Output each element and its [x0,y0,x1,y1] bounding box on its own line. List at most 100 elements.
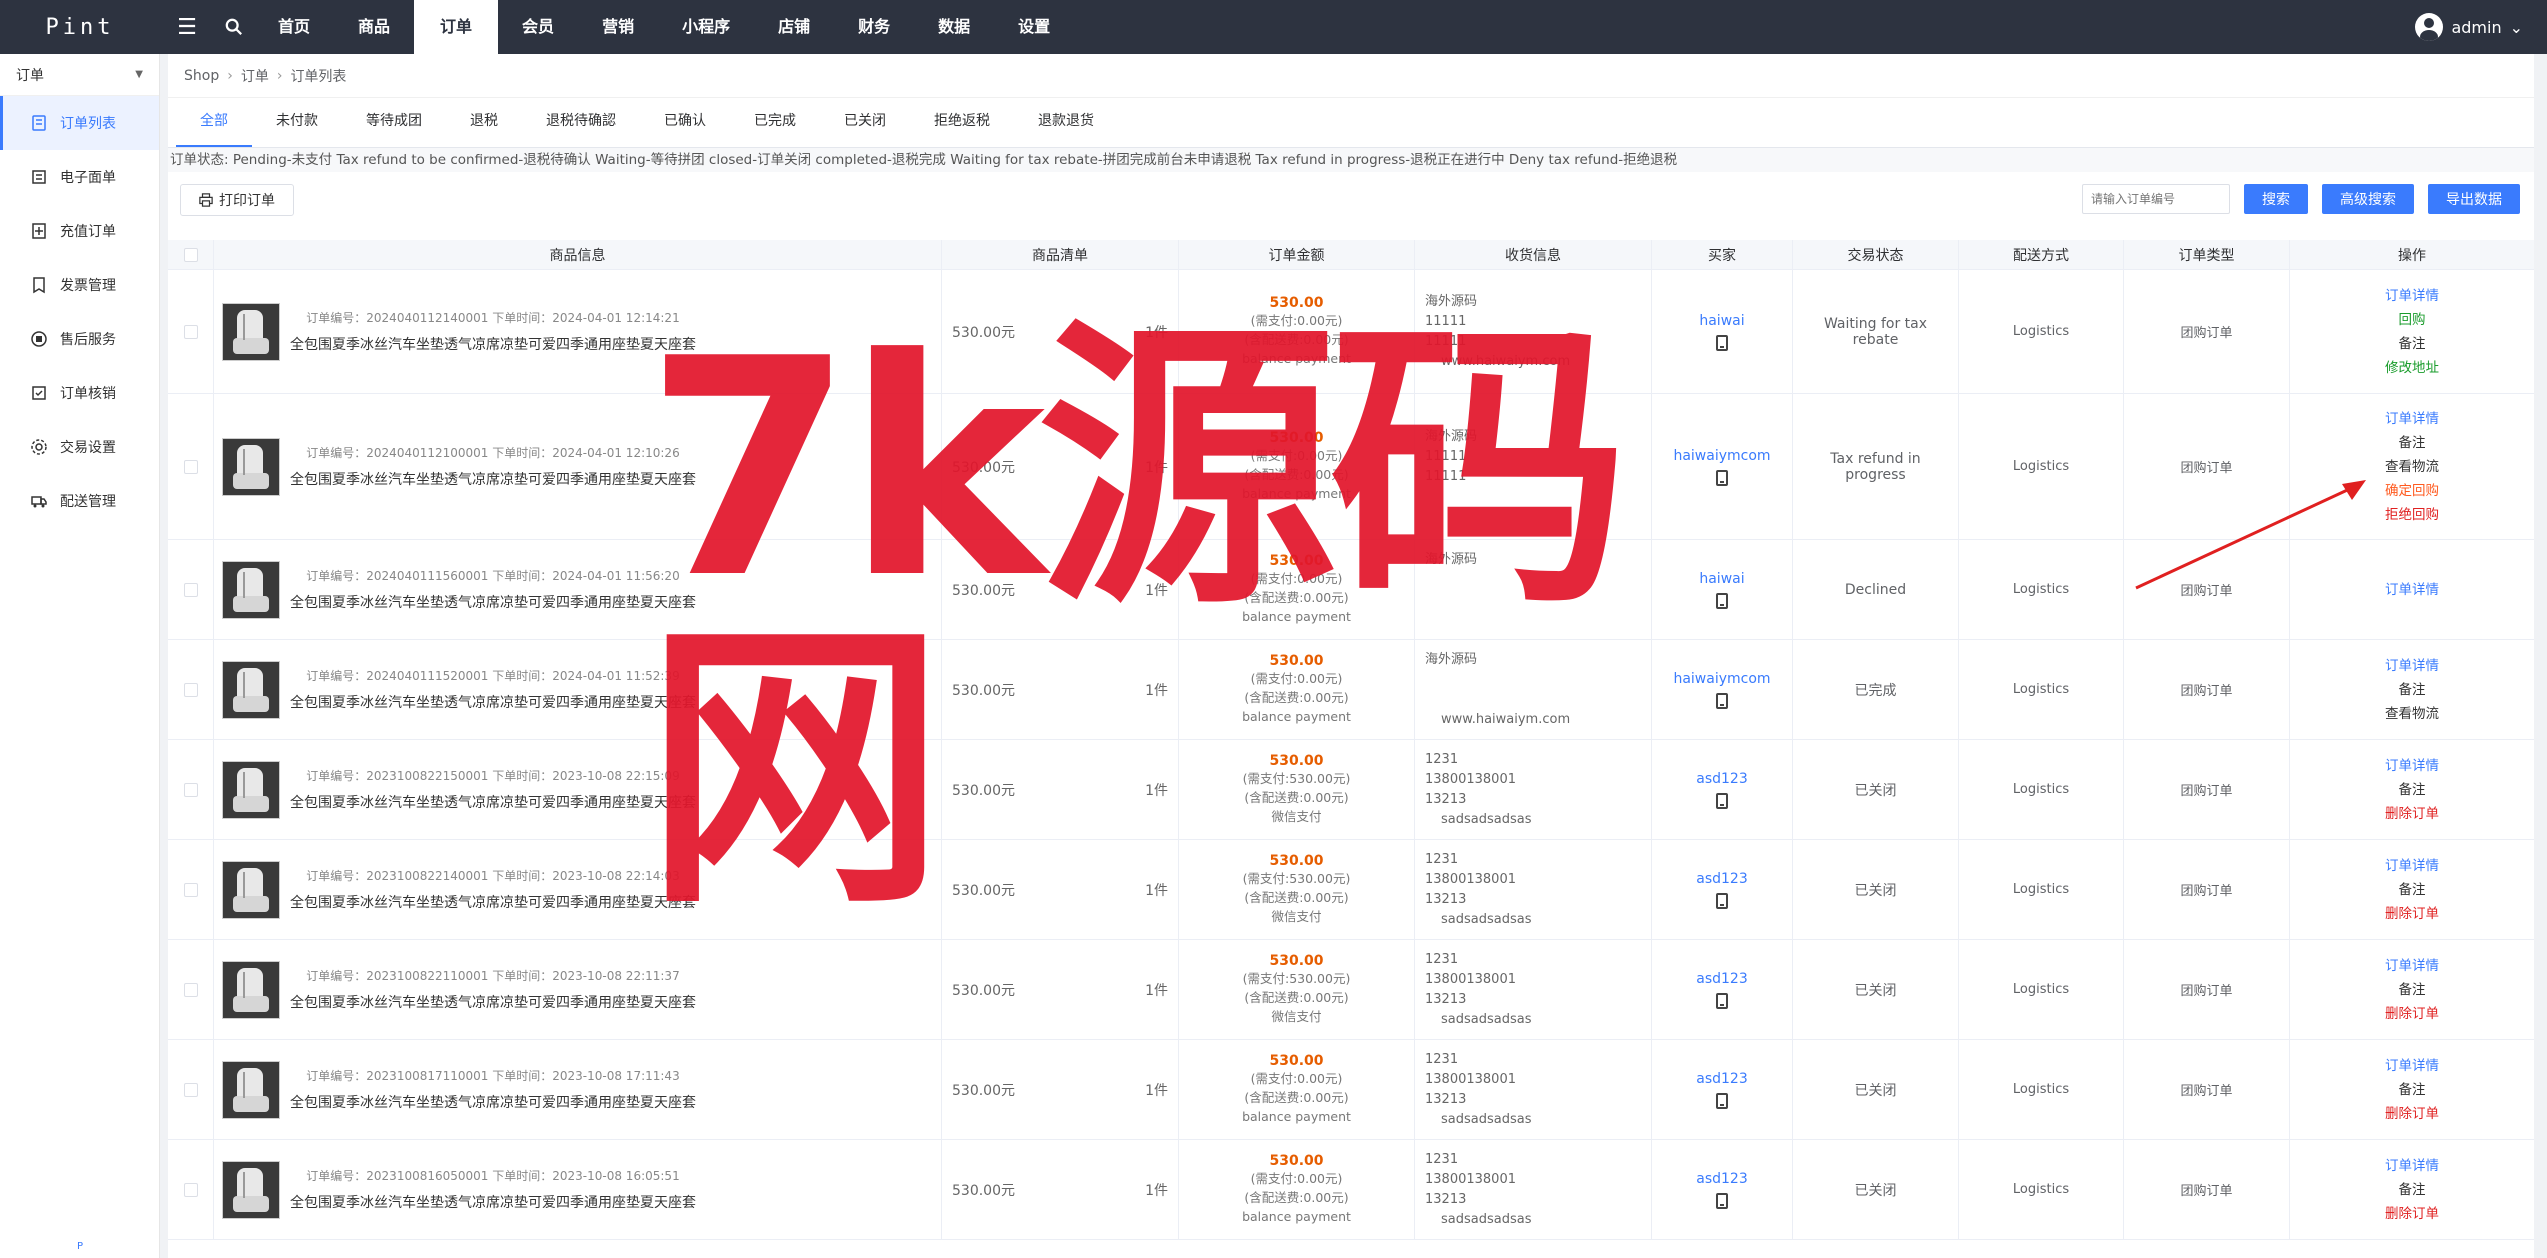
topnav-item[interactable]: 会员 [498,0,578,54]
sidebar-item[interactable]: 发票管理 [0,258,159,312]
product-name[interactable]: 全包围夏季冰丝汽车坐垫透气凉席凉垫可爱四季通用座垫夏天座套 [290,1192,696,1212]
operation-link[interactable]: 查看物流 [2385,455,2439,479]
topnav-item[interactable]: 小程序 [658,0,754,54]
topnav-item[interactable]: 订单 [414,0,499,54]
search-icon[interactable] [214,0,254,54]
operation-link[interactable]: 备注 [2399,431,2426,455]
buyer-name[interactable]: haiwai [1699,571,1744,587]
user-menu[interactable]: admin ⌄ [2415,0,2523,54]
select-all-checkbox[interactable] [183,247,198,262]
sidebar-header[interactable]: 订单 ▼ [0,54,159,96]
operation-link[interactable]: 订单详情 [2385,407,2439,431]
search-button[interactable]: 搜索 [2244,184,2308,214]
operation-link[interactable]: 拒绝回购 [2385,503,2439,527]
row-checkbox[interactable] [183,782,198,797]
product-thumbnail[interactable] [222,860,280,919]
sidebar-item[interactable]: 充值订单 [0,204,159,258]
product-thumbnail[interactable] [222,960,280,1019]
sidebar-item[interactable]: 订单核销 [0,366,159,420]
sidebar-item[interactable]: 交易设置 [0,420,159,474]
row-checkbox[interactable] [183,1082,198,1097]
operation-link[interactable]: 备注 [2399,332,2426,356]
operation-link[interactable]: 订单详情 [2385,1154,2439,1178]
row-checkbox[interactable] [183,682,198,697]
operation-link[interactable]: 确定回购 [2385,479,2439,503]
topnav-item[interactable]: 财务 [834,0,914,54]
order-tab[interactable]: 退税 [446,107,522,147]
phone-icon[interactable] [1716,469,1728,486]
order-tab[interactable]: 已完成 [730,107,820,147]
phone-icon[interactable] [1716,992,1728,1009]
operation-link[interactable]: 订单详情 [2385,754,2439,778]
operation-link[interactable]: 订单详情 [2385,284,2439,308]
menu-toggle-icon[interactable]: ☰ [160,0,214,54]
product-name[interactable]: 全包围夏季冰丝汽车坐垫透气凉席凉垫可爱四季通用座垫夏天座套 [290,1092,696,1112]
row-checkbox[interactable] [183,982,198,997]
buyer-name[interactable]: asd123 [1696,1171,1747,1187]
advanced-search-button[interactable]: 高级搜索 [2322,184,2414,214]
operation-link[interactable]: 订单详情 [2385,854,2439,878]
topnav-item[interactable]: 设置 [994,0,1074,54]
breadcrumb-item[interactable]: 订单 [241,66,269,86]
phone-icon[interactable] [1716,792,1728,809]
buyer-name[interactable]: haiwaiymcom [1673,448,1770,464]
buyer-name[interactable]: haiwaiymcom [1673,671,1770,687]
order-tab[interactable]: 退税待确認 [522,107,640,147]
product-name[interactable]: 全包围夏季冰丝汽车坐垫透气凉席凉垫可爱四季通用座垫夏天座套 [290,469,696,489]
operation-link[interactable]: 查看物流 [2385,702,2439,726]
product-name[interactable]: 全包围夏季冰丝汽车坐垫透气凉席凉垫可爱四季通用座垫夏天座套 [290,692,696,712]
row-checkbox[interactable] [183,882,198,897]
sidebar-item[interactable]: 电子面单 [0,150,159,204]
user-name[interactable]: admin [2451,18,2501,37]
order-tab[interactable]: 拒绝返税 [910,107,1014,147]
operation-link[interactable]: 删除订单 [2385,1102,2439,1126]
breadcrumb-item[interactable]: 订单列表 [290,66,346,86]
row-checkbox[interactable] [183,1182,198,1197]
buyer-name[interactable]: asd123 [1696,771,1747,787]
operation-link[interactable]: 备注 [2399,778,2426,802]
order-tab[interactable]: 退款退货 [1014,107,1118,147]
order-tab[interactable]: 全部 [176,107,252,147]
product-name[interactable]: 全包围夏季冰丝汽车坐垫透气凉席凉垫可爱四季通用座垫夏天座套 [290,334,696,354]
operation-link[interactable]: 订单详情 [2385,1054,2439,1078]
buyer-name[interactable]: asd123 [1696,871,1747,887]
operation-link[interactable]: 删除订单 [2385,802,2439,826]
phone-icon[interactable] [1716,1192,1728,1209]
operation-link[interactable]: 修改地址 [2385,356,2439,380]
order-tab[interactable]: 已关闭 [820,107,910,147]
operation-link[interactable]: 删除订单 [2385,1202,2439,1226]
row-checkbox[interactable] [183,459,198,474]
product-thumbnail[interactable] [222,660,280,719]
operation-link[interactable]: 备注 [2399,1078,2426,1102]
row-checkbox[interactable] [183,324,198,339]
operation-link[interactable]: 备注 [2399,678,2426,702]
product-thumbnail[interactable] [222,560,280,619]
operation-link[interactable]: 订单详情 [2385,578,2439,602]
product-thumbnail[interactable] [222,1060,280,1119]
operation-link[interactable]: 备注 [2399,1178,2426,1202]
order-tab[interactable]: 未付款 [252,107,342,147]
product-thumbnail[interactable] [222,1160,280,1219]
order-tab[interactable]: 已确认 [640,107,730,147]
operation-link[interactable]: 删除订单 [2385,1002,2439,1026]
sidebar-item[interactable]: 售后服务 [0,312,159,366]
phone-icon[interactable] [1716,1092,1728,1109]
phone-icon[interactable] [1716,692,1728,709]
buyer-name[interactable]: asd123 [1696,971,1747,987]
buyer-name[interactable]: asd123 [1696,1071,1747,1087]
topnav-item[interactable]: 商品 [334,0,414,54]
operation-link[interactable]: 回购 [2399,308,2426,332]
product-name[interactable]: 全包围夏季冰丝汽车坐垫透气凉席凉垫可爱四季通用座垫夏天座套 [290,892,696,912]
print-orders-button[interactable]: 打印订单 [180,184,294,216]
order-number-search-input[interactable] [2082,184,2230,214]
topnav-item[interactable]: 首页 [254,0,334,54]
phone-icon[interactable] [1716,334,1728,351]
chevron-down-icon[interactable]: ⌄ [2510,18,2523,37]
product-name[interactable]: 全包围夏季冰丝汽车坐垫透气凉席凉垫可爱四季通用座垫夏天座套 [290,992,696,1012]
product-thumbnail[interactable] [222,760,280,819]
operation-link[interactable]: 删除订单 [2385,902,2439,926]
product-name[interactable]: 全包围夏季冰丝汽车坐垫透气凉席凉垫可爱四季通用座垫夏天座套 [290,592,696,612]
export-data-button[interactable]: 导出数据 [2428,184,2520,214]
operation-link[interactable]: 备注 [2399,978,2426,1002]
order-tab[interactable]: 等待成团 [342,107,446,147]
